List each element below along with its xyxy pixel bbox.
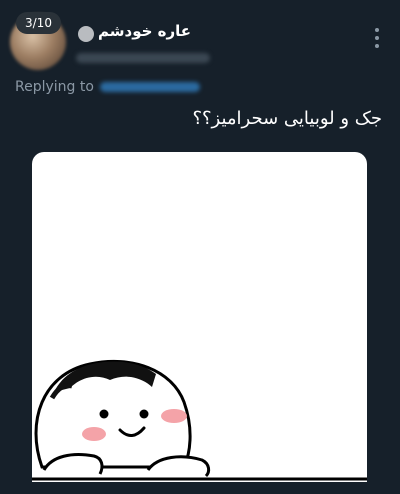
cartoon-character-icon [32,359,367,481]
replying-to-label: Replying to [15,79,94,95]
tweet-text: جک و لوبیایی سحرامیز؟؟ [192,108,382,129]
author-display-name[interactable]: عاره خودشم [98,22,191,40]
tweet-media-image[interactable] [32,152,367,482]
mention-link-redacted[interactable] [99,82,200,92]
more-options-icon[interactable] [374,28,380,48]
user-dot-icon [78,26,94,42]
thread-counter-badge: 3/10 [16,12,61,34]
replying-to-row: Replying to [15,79,200,95]
author-handle-redacted [76,53,210,63]
